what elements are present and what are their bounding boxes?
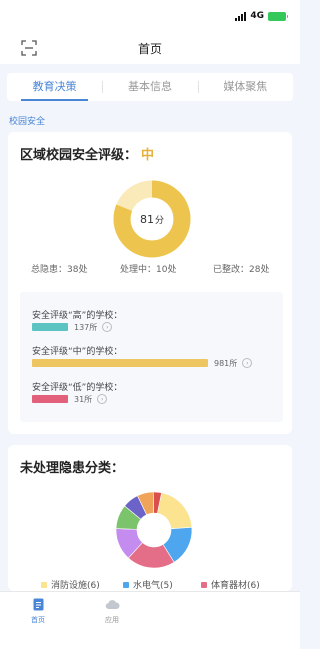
stat-fixed: 已整改：28处 bbox=[213, 265, 270, 275]
rating-label: 安全评级“中”的学校： bbox=[32, 347, 123, 357]
legend-label: 消防设施(6) bbox=[51, 581, 100, 591]
legend-label: 体育器材(6) bbox=[211, 581, 260, 591]
chevron-right-icon[interactable]: › bbox=[102, 322, 113, 332]
rating-row-low[interactable]: 安全评级“低”的学校： 31所 › bbox=[32, 380, 282, 404]
card-title: 未处理隐患分类： bbox=[20, 461, 125, 476]
card-title: 区域校园安全评级：中 bbox=[20, 144, 154, 163]
legend-swatch bbox=[123, 581, 129, 588]
nav-bar: 首页 bbox=[0, 32, 300, 64]
network-label: 4G bbox=[250, 11, 264, 21]
tabbar-apps[interactable]: 应用 bbox=[92, 598, 132, 625]
legend-item: 体育器材(6) bbox=[201, 578, 260, 591]
legend-label: 水电气(5) bbox=[133, 581, 173, 591]
score-donut: 81 分 bbox=[112, 179, 192, 259]
rating-count: 981所 bbox=[214, 358, 238, 368]
legend-swatch bbox=[201, 581, 207, 588]
hazard-pie bbox=[114, 490, 194, 570]
pie-slice[interactable] bbox=[157, 492, 193, 530]
rating-count: 137所 bbox=[74, 322, 98, 332]
score-unit: 分 bbox=[154, 215, 164, 226]
chevron-right-icon[interactable]: › bbox=[242, 358, 253, 368]
tabbar-home[interactable]: 首页 bbox=[18, 598, 58, 625]
chevron-right-icon[interactable]: › bbox=[97, 394, 108, 404]
tabbar-apps-label: 应用 bbox=[105, 616, 119, 624]
card-title-text: 区域校园安全评级： bbox=[20, 148, 138, 163]
battery-icon bbox=[268, 11, 288, 21]
rating-count: 31所 bbox=[74, 394, 93, 404]
hazard-pie-chart bbox=[115, 491, 193, 569]
segment-tabs: 教育决策 基本信息 媒体聚焦 bbox=[7, 73, 293, 101]
section-label: 校园安全 bbox=[9, 117, 46, 127]
tabbar-home-label: 首页 bbox=[31, 616, 45, 624]
stat-total: 总隐患：38处 bbox=[31, 265, 88, 275]
score-value: 81 bbox=[139, 212, 154, 226]
status-bar: 4G bbox=[0, 0, 300, 32]
rating-bar bbox=[32, 395, 68, 403]
tab-media-focus[interactable]: 媒体聚焦 bbox=[197, 73, 293, 101]
safety-rating-card: 区域校园安全评级：中 81 分 总隐患：38处 处理中：10处 已整改：28处 安… bbox=[8, 132, 292, 434]
tab-basic-info[interactable]: 基本信息 bbox=[102, 73, 197, 101]
rating-bar bbox=[32, 323, 68, 331]
tab-education-decision[interactable]: 教育决策 bbox=[7, 73, 102, 101]
score-label: 81 分 bbox=[112, 179, 192, 259]
legend-item: 水电气(5) bbox=[123, 578, 173, 591]
rating-label: 安全评级“低”的学校： bbox=[32, 383, 123, 393]
page-title: 首页 bbox=[137, 42, 162, 56]
bottom-tab-bar: 首页 应用 bbox=[0, 591, 300, 649]
rating-summary: 安全评级“高”的学校： 137所 › 安全评级“中”的学校： 981所 › 安全… bbox=[20, 292, 283, 422]
hazard-category-card: 未处理隐患分类： 消防设施(6) 水电气(5) 体育器材(6) bbox=[8, 445, 292, 591]
stat-processing: 处理中：10处 bbox=[120, 265, 177, 275]
legend-item: 消防设施(6) bbox=[41, 578, 100, 591]
rating-label: 安全评级“高”的学校： bbox=[32, 311, 123, 321]
legend-swatch bbox=[41, 581, 47, 588]
rating-row-medium[interactable]: 安全评级“中”的学校： 981所 › bbox=[32, 344, 282, 368]
safety-level: 中 bbox=[141, 148, 155, 163]
cloud-icon bbox=[105, 600, 120, 610]
rating-bar bbox=[32, 359, 208, 367]
doc-icon bbox=[33, 598, 43, 611]
rating-row-high[interactable]: 安全评级“高”的学校： 137所 › bbox=[32, 308, 282, 332]
status-indicators: 4G bbox=[235, 11, 288, 21]
signal-icon bbox=[235, 11, 247, 21]
